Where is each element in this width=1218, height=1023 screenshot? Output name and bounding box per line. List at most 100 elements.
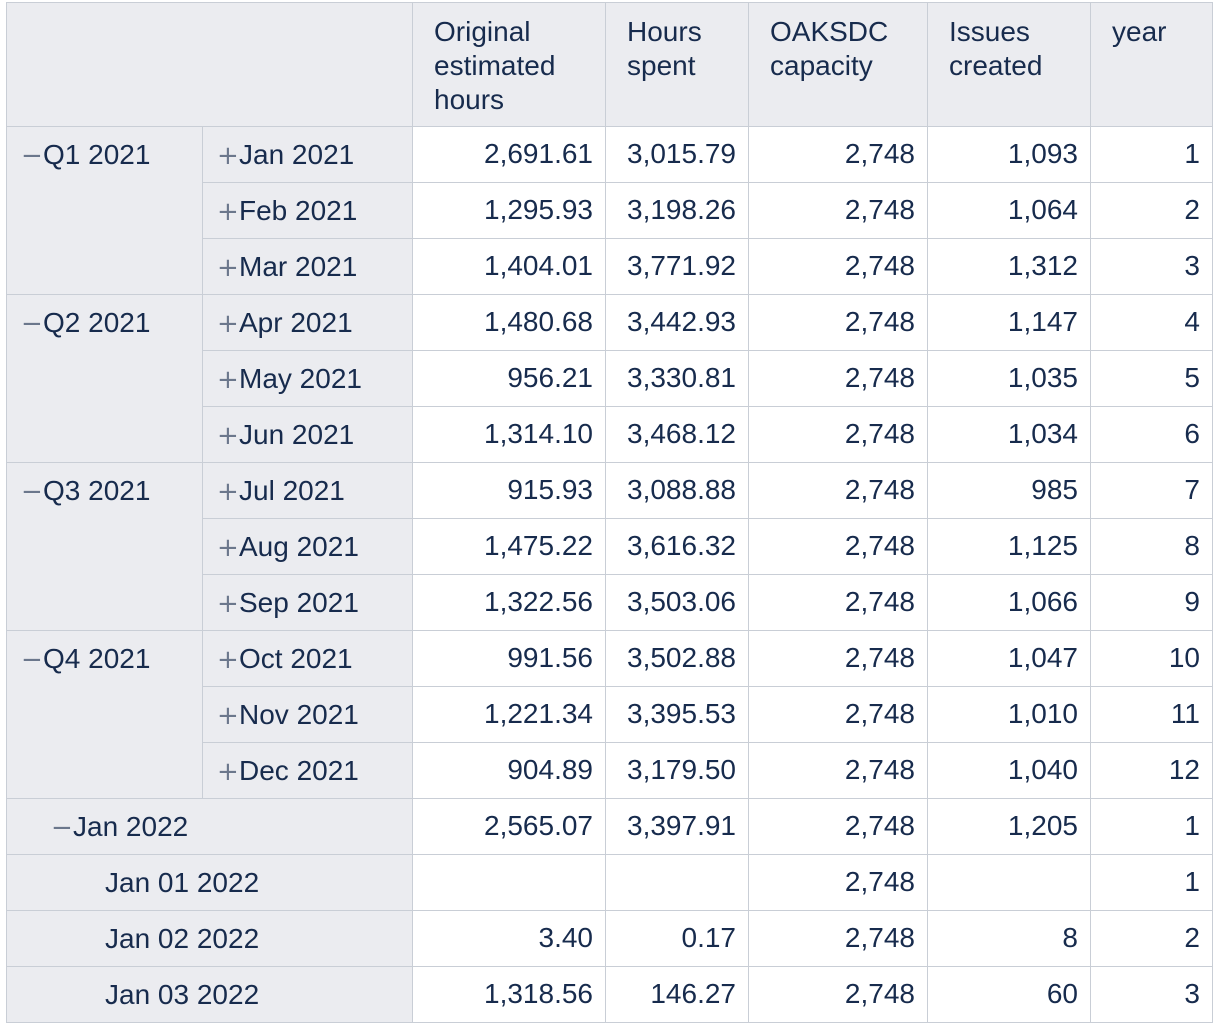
value-cell: 5 xyxy=(1090,350,1213,407)
quarter-header[interactable]: −Q4 2021 xyxy=(6,630,203,799)
expand-icon[interactable]: + xyxy=(217,421,239,451)
value-cell: 1,205 xyxy=(927,798,1091,855)
month-header[interactable]: +Jul 2021 xyxy=(202,462,413,519)
value-cell: 8 xyxy=(1090,518,1213,575)
value-cell: 2,748 xyxy=(748,966,928,1023)
month-header[interactable]: +Mar 2021 xyxy=(202,238,413,295)
row-header-label: Feb 2021 xyxy=(239,195,358,226)
column-header-original-estimated-hours[interactable]: Original estimated hours xyxy=(412,2,606,127)
value-cell: 4 xyxy=(1090,294,1213,351)
value-cell: 1,035 xyxy=(927,350,1091,407)
table-row: −Q1 2021 +Jan 2021 2,691.61 3,015.79 2,748 1,… xyxy=(6,126,1213,295)
value-cell: 2,748 xyxy=(748,182,928,239)
value-cell: 1,066 xyxy=(927,574,1091,631)
day-header[interactable]: Jan 02 2022 xyxy=(6,910,413,967)
value-cell: 2,748 xyxy=(748,294,928,351)
column-header-row: Original estimated hours Hours spent OAK… xyxy=(6,2,1213,127)
expand-icon[interactable]: + xyxy=(217,645,239,675)
value-cell: 1 xyxy=(1090,798,1213,855)
expand-icon[interactable]: + xyxy=(217,253,239,283)
expand-icon[interactable]: + xyxy=(217,365,239,395)
value-cell: 1,125 xyxy=(927,518,1091,575)
collapse-icon[interactable]: − xyxy=(21,141,43,171)
expand-icon[interactable]: + xyxy=(217,533,239,563)
value-cell: 1,322.56 xyxy=(412,574,606,631)
month-header[interactable]: +May 2021 xyxy=(202,350,413,407)
value-cell: 1 xyxy=(1090,854,1213,911)
month-header[interactable]: +Jun 2021 xyxy=(202,406,413,463)
value-cell: 991.56 xyxy=(412,630,606,687)
expand-icon[interactable]: + xyxy=(217,309,239,339)
quarter-header[interactable]: −Q3 2021 xyxy=(6,462,203,631)
value-cell: 2,748 xyxy=(748,910,928,967)
month-header[interactable]: +Feb 2021 xyxy=(202,182,413,239)
row-header-label: Jun 2021 xyxy=(239,419,355,450)
month-header[interactable]: −Jan 2022 xyxy=(6,798,413,855)
value-cell: 1,312 xyxy=(927,238,1091,295)
column-header-hours-spent[interactable]: Hours spent xyxy=(605,2,749,127)
row-header-label: Mar 2021 xyxy=(239,251,358,282)
value-cell: 1,404.01 xyxy=(412,238,606,295)
month-header[interactable]: +Apr 2021 xyxy=(202,294,413,351)
value-cell: 1,034 xyxy=(927,406,1091,463)
value-cell: 3,397.91 xyxy=(605,798,749,855)
value-cell: 12 xyxy=(1090,742,1213,799)
expand-icon[interactable]: + xyxy=(217,141,239,171)
row-header-label: May 2021 xyxy=(239,363,362,394)
table-row: Jan 03 2022 1,318.56 146.27 2,748 60 3 xyxy=(6,966,1213,1023)
row-header-label: Dec 2021 xyxy=(239,755,359,786)
value-cell: 2,748 xyxy=(748,406,928,463)
value-cell: 2,748 xyxy=(748,798,928,855)
column-header-year[interactable]: year xyxy=(1090,2,1213,127)
value-cell: 2,748 xyxy=(748,238,928,295)
value-cell: 2 xyxy=(1090,910,1213,967)
value-cell: 1,064 xyxy=(927,182,1091,239)
collapse-icon[interactable]: − xyxy=(21,645,43,675)
collapse-icon[interactable]: − xyxy=(21,477,43,507)
value-cell: 3 xyxy=(1090,238,1213,295)
value-cell: 3,198.26 xyxy=(605,182,749,239)
month-header[interactable]: +Jan 2021 xyxy=(202,126,413,183)
quarter-header[interactable]: −Q2 2021 xyxy=(6,294,203,463)
table-row: −Q2 2021 +Apr 2021 1,480.68 3,442.93 2,748 1,… xyxy=(6,294,1213,463)
expand-icon[interactable]: + xyxy=(217,589,239,619)
month-header[interactable]: +Oct 2021 xyxy=(202,630,413,687)
month-header[interactable]: +Nov 2021 xyxy=(202,686,413,743)
quarter-header[interactable]: −Q1 2021 xyxy=(6,126,203,295)
table-row: −Q3 2021 +Jul 2021 915.93 3,088.88 2,748 985 7 xyxy=(6,462,1213,631)
row-header-label: Jan 2022 xyxy=(73,811,189,842)
value-cell: 2,691.61 xyxy=(412,126,606,183)
value-cell: 904.89 xyxy=(412,742,606,799)
value-cell: 2,748 xyxy=(748,742,928,799)
day-header[interactable]: Jan 01 2022 xyxy=(6,854,413,911)
value-cell: 3 xyxy=(1090,966,1213,1023)
value-cell: 1,295.93 xyxy=(412,182,606,239)
value-cell: 2,748 xyxy=(748,686,928,743)
row-header-label: Q2 2021 xyxy=(43,307,151,338)
month-header[interactable]: +Aug 2021 xyxy=(202,518,413,575)
row-header-label: Jan 02 2022 xyxy=(105,923,260,954)
collapse-icon[interactable]: − xyxy=(21,309,43,339)
column-header-oaksdc-capacity[interactable]: OAKSDC capacity xyxy=(748,2,928,127)
expand-icon[interactable]: + xyxy=(217,197,239,227)
value-cell: 2,748 xyxy=(748,854,928,911)
value-cell: 3,468.12 xyxy=(605,406,749,463)
pivot-table: Original estimated hours Hours spent OAK… xyxy=(6,2,1213,1023)
expand-icon[interactable]: + xyxy=(217,757,239,787)
value-cell: 7 xyxy=(1090,462,1213,519)
expand-icon[interactable]: + xyxy=(217,701,239,731)
month-header[interactable]: +Sep 2021 xyxy=(202,574,413,631)
value-cell: 3,616.32 xyxy=(605,518,749,575)
value-cell: 3.40 xyxy=(412,910,606,967)
row-header-label: Jul 2021 xyxy=(239,475,345,506)
day-header[interactable]: Jan 03 2022 xyxy=(6,966,413,1023)
value-cell: 2 xyxy=(1090,182,1213,239)
expand-icon[interactable]: + xyxy=(217,477,239,507)
collapse-icon[interactable]: − xyxy=(51,813,73,843)
value-cell: 3,088.88 xyxy=(605,462,749,519)
value-cell: 2,748 xyxy=(748,126,928,183)
month-header[interactable]: +Dec 2021 xyxy=(202,742,413,799)
value-cell: 1,147 xyxy=(927,294,1091,351)
column-header-issues-created[interactable]: Issues created xyxy=(927,2,1091,127)
value-cell: 956.21 xyxy=(412,350,606,407)
